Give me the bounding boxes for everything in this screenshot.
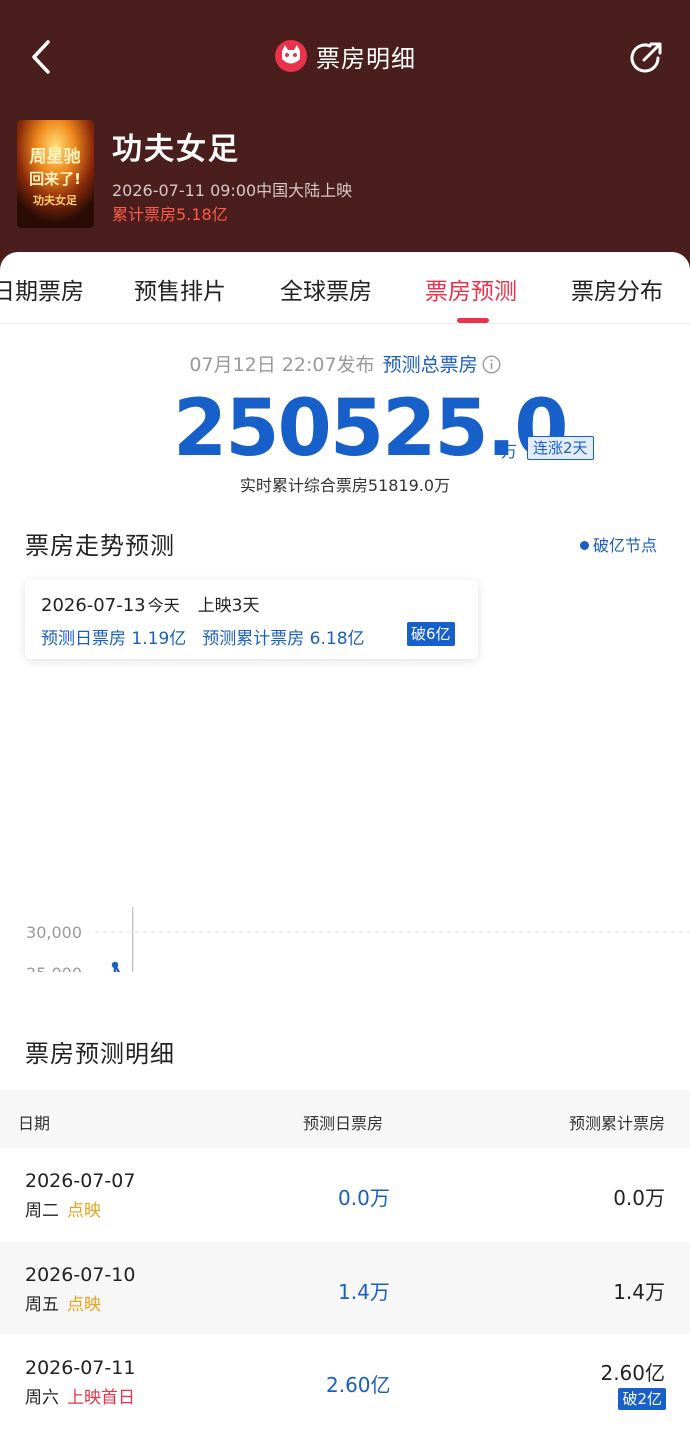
page-title: 票房明细 — [316, 44, 416, 73]
row-weekday: 周二 点映 — [25, 1196, 101, 1221]
cat-logo-icon — [275, 40, 307, 72]
row-date: 2026-07-11 — [25, 1357, 136, 1379]
detail-section-title: 票房预测明细 — [25, 1040, 175, 1068]
trend-section-title: 票房走势预测 — [25, 532, 175, 560]
header-date: 日期 — [18, 1114, 51, 1133]
row-date: 2026-07-10 — [25, 1264, 136, 1286]
row-cumulative: 1.4万 — [613, 1280, 665, 1304]
title-bar: 票房明细 — [0, 38, 690, 74]
tooltip-date: 2026-07-13 — [41, 595, 146, 616]
y-tick-label: 30,000 — [26, 923, 82, 942]
row-week-label: 周五 — [25, 1295, 59, 1315]
row-week-label: 周六 — [25, 1388, 59, 1408]
publish-time: 07月12日 22:07发布 — [189, 354, 375, 376]
poster-text-2: 回来了! — [29, 170, 81, 188]
table-row[interactable]: 2026-07-10 周五 点映 1.4万 1.4万 — [0, 1242, 690, 1334]
tab-daily-box-office[interactable]: 日期票房 — [0, 272, 84, 306]
active-tab-indicator — [457, 318, 489, 323]
row-daily: 2.60亿 — [326, 1373, 391, 1397]
legend-label: 破亿节点 — [593, 536, 658, 555]
movie-poster[interactable]: 周星驰 回来了! 功夫女足 — [17, 120, 94, 228]
tooltip-today: 今天 — [147, 596, 180, 615]
series-area — [114, 964, 119, 972]
rise-streak-badge: 连涨2天 — [527, 436, 594, 460]
share-icon[interactable] — [628, 40, 664, 76]
tab-presale-schedule[interactable]: 预售排片 — [134, 272, 226, 306]
tooltip-values-line: 预测日票房 1.19亿 预测累计票房 6.18亿 — [41, 624, 365, 649]
row-tag: 点映 — [67, 1295, 101, 1315]
row-daily: 1.4万 — [338, 1280, 390, 1304]
movie-title: 功夫女足 — [112, 132, 240, 167]
row-weekday: 周五 点映 — [25, 1290, 101, 1315]
cumulative-box-office: 累计票房5.18亿 — [112, 205, 228, 224]
tooltip-date-line: 2026-07-13 今天 上映3天 — [41, 591, 259, 616]
row-week-label: 周二 — [25, 1201, 59, 1221]
chart-tooltip: 2026-07-13 今天 上映3天 预测日票房 1.19亿 预测累计票房 6.18亿… — [25, 580, 478, 659]
info-icon[interactable] — [482, 355, 501, 374]
row-tag: 上映首日 — [67, 1388, 135, 1408]
publish-line: 07月12日 22:07发布 预测总票房 — [0, 350, 690, 377]
forecast-total-link[interactable]: 预测总票房 — [383, 354, 478, 376]
release-info: 2026-07-11 09:00中国大陆上映 — [112, 181, 353, 200]
table-row[interactable]: 2026-07-07 周二 点映 0.0万 0.0万 — [0, 1148, 690, 1240]
tooltip-cumulative: 预测累计票房 6.18亿 — [202, 629, 365, 649]
legend-dot-icon — [580, 541, 589, 550]
header-cumulative: 预测累计票房 — [568, 1114, 665, 1133]
row-cumulative: 0.0万 — [613, 1186, 665, 1210]
table-row[interactable]: 2026-07-11 周六 上映首日 2.60亿 2.60亿 破2亿 — [0, 1335, 690, 1427]
poster-text-1: 周星驰 — [30, 146, 81, 167]
tooltip-days: 上映3天 — [197, 596, 260, 616]
poster-text-3: 功夫女足 — [33, 193, 78, 207]
tab-box-office-forecast[interactable]: 票房预测 — [425, 272, 517, 306]
row-cumulative: 2.60亿 — [600, 1361, 665, 1385]
tab-box-office-distribution[interactable]: 票房分布 — [571, 272, 663, 306]
row-milestone-badge: 破2亿 — [618, 1388, 666, 1410]
row-weekday: 周六 上映首日 — [25, 1383, 135, 1408]
movie-header: 票房明细 周星驰 回来了! 功夫女足 功夫女足 2026-07-11 09:00… — [0, 0, 690, 275]
y-tick-label: 25,000 — [26, 964, 82, 972]
header-daily: 预测日票房 — [303, 1114, 384, 1133]
forecast-total-unit: 万 — [501, 442, 518, 461]
row-date: 2026-07-07 — [25, 1170, 136, 1192]
content-card: 日期票房 预售排片 全球票房 票房预测 票房分布 07月12日 22:07发布预… — [0, 252, 690, 1446]
row-daily: 0.0万 — [338, 1186, 390, 1210]
data-point — [111, 961, 119, 969]
realtime-cumulative: 实时累计综合票房51819.0万 — [239, 476, 451, 495]
tooltip-daily: 预测日票房 1.19亿 — [41, 629, 187, 649]
tab-bar: 日期票房 预售排片 全球票房 票房预测 票房分布 — [0, 252, 690, 324]
legend-milestone[interactable]: 破亿节点 — [580, 532, 657, 556]
series-line — [113, 963, 121, 972]
tooltip-milestone-badge: 破6亿 — [407, 622, 455, 646]
row-tag: 点映 — [67, 1201, 101, 1221]
tab-global-box-office[interactable]: 全球票房 — [280, 272, 372, 306]
detail-table-header: 日期 预测日票房 预测累计票房 — [0, 1090, 690, 1148]
